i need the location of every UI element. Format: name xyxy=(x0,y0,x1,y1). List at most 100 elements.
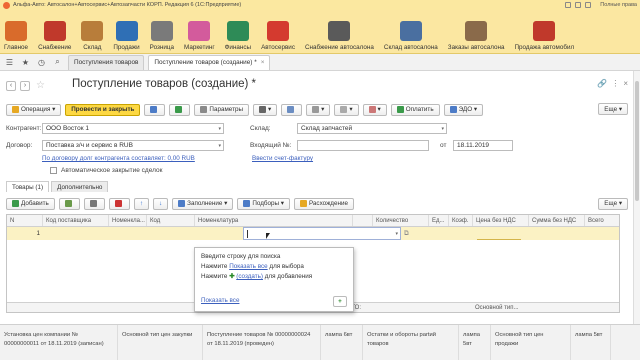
warehouse-field[interactable]: Склад запчастей ▾ xyxy=(297,123,447,134)
pay-button[interactable]: Оплатить xyxy=(390,103,440,116)
section-label: Розница xyxy=(149,44,175,51)
status-item[interactable]: лампа 5вт xyxy=(459,325,491,360)
row-cell[interactable] xyxy=(421,227,477,240)
status-item[interactable]: Установка цен компании № 00000000011 от … xyxy=(0,325,118,360)
contractor-field[interactable]: ООО Восток 1 ▾ xyxy=(42,123,224,134)
create-link[interactable]: (создать) xyxy=(236,273,263,280)
dropdown-icon[interactable]: ▾ xyxy=(218,143,221,149)
tab-additional[interactable]: Дополнительно xyxy=(51,181,109,192)
section-cash-register[interactable]: Розница xyxy=(144,10,178,54)
section-calculator[interactable]: Снабжение автосалона xyxy=(299,10,378,54)
params-button[interactable]: Параметры xyxy=(194,103,249,116)
search-icon[interactable]: ⌕ xyxy=(51,56,64,69)
auto-close-checkbox[interactable] xyxy=(50,167,57,174)
star-icon[interactable] xyxy=(585,2,592,8)
table-more-button[interactable]: Еще ▾ xyxy=(598,197,628,210)
close-icon[interactable]: × xyxy=(623,79,628,88)
select-button[interactable]: Подборы ▾ xyxy=(237,197,290,210)
operation-button[interactable]: Операция ▾ xyxy=(6,103,62,116)
tab-goods[interactable]: Товары (1) xyxy=(6,181,50,192)
section-car-sale[interactable]: Продажа автомобил xyxy=(508,10,578,54)
debt-link[interactable]: По договору долг контрагента составляет:… xyxy=(42,155,195,162)
open-link-icon[interactable]: ⧉ xyxy=(401,227,421,240)
post-and-close-button[interactable]: Провести и закрыть xyxy=(65,103,141,116)
add-button[interactable]: Добавить xyxy=(6,197,55,210)
dropdown-icon[interactable]: ▾ xyxy=(395,231,398,237)
row-cell[interactable] xyxy=(477,227,521,240)
save-icon[interactable] xyxy=(144,103,166,116)
edit-icon[interactable] xyxy=(83,197,105,210)
kebab-icon[interactable]: ⋮ xyxy=(611,79,619,88)
section-finance[interactable]: Финансы xyxy=(219,10,255,54)
incoming-number-field[interactable] xyxy=(297,140,429,151)
tab-receipt-create[interactable]: Поступление товаров (создание) * × xyxy=(148,54,271,70)
status-item[interactable]: Поступление товаров № 00000000024 от 18.… xyxy=(203,325,321,360)
form-scrollbar[interactable] xyxy=(633,71,640,324)
section-home[interactable]: Главное xyxy=(0,10,32,54)
edo-button[interactable]: ЭДО ▾ xyxy=(443,103,484,116)
history-icon[interactable]: ◷ xyxy=(35,56,48,69)
post-icon[interactable] xyxy=(169,103,191,116)
move-down-icon[interactable]: ↓ xyxy=(153,197,169,210)
status-item[interactable]: Основной тип цен продажи xyxy=(491,325,571,360)
docs-button[interactable]: ▾ xyxy=(362,103,387,116)
status-item[interactable]: Основной тип цен закупки xyxy=(118,325,203,360)
delete-icon[interactable] xyxy=(108,197,130,210)
close-tab-icon[interactable]: × xyxy=(261,59,265,66)
col-n[interactable]: N xyxy=(7,215,43,226)
col-unit[interactable]: Ед... xyxy=(429,215,449,226)
move-up-icon[interactable]: ↑ xyxy=(133,197,149,210)
menu-icon[interactable]: ☰ xyxy=(3,56,16,69)
user-name[interactable]: Полные права xyxy=(600,2,637,8)
col-nomenclature-short[interactable]: Номенкла... xyxy=(109,215,147,226)
add-new-button[interactable]: + xyxy=(333,296,347,307)
dropdown-icon[interactable]: ▾ xyxy=(441,126,444,132)
col-extra[interactable] xyxy=(353,215,373,226)
section-garage[interactable]: Склад автосалона xyxy=(378,10,442,54)
section-warehouse[interactable]: Склад xyxy=(75,10,107,54)
more-button[interactable]: Еще ▾ xyxy=(598,103,628,115)
col-total[interactable]: Всего xyxy=(585,215,619,226)
section-marketing[interactable]: Маркетинг xyxy=(178,10,219,54)
favorite-icon[interactable]: ★ xyxy=(19,56,32,69)
section-truck[interactable]: Снабжение xyxy=(32,10,75,54)
invoice-link[interactable]: Ввести счет-фактуру xyxy=(252,155,313,162)
col-sum[interactable]: Сумма без НДС xyxy=(529,215,585,226)
back-arrow-icon[interactable]: ‹ xyxy=(6,80,16,91)
scroll-thumb[interactable] xyxy=(635,81,639,201)
print-button[interactable]: ▾ xyxy=(253,103,278,116)
copy-icon[interactable] xyxy=(58,197,80,210)
forward-arrow-icon[interactable]: › xyxy=(20,80,30,91)
dropdown-icon[interactable]: ▾ xyxy=(218,126,221,132)
bell-icon[interactable] xyxy=(565,2,572,8)
create-based-button[interactable] xyxy=(281,103,303,116)
incoming-date-field[interactable]: 18.11.2019 xyxy=(453,140,513,151)
table-row[interactable]: 1 ▾ ⧉ xyxy=(7,227,619,240)
favorite-star-icon[interactable]: ☆ xyxy=(36,80,45,91)
col-code[interactable]: Код xyxy=(147,215,195,226)
report-button[interactable]: ▾ xyxy=(334,103,359,116)
section-orders[interactable]: Заказы автосалона xyxy=(442,10,509,54)
status-item[interactable]: лампа 6вт xyxy=(321,325,363,360)
col-coef[interactable]: Коэф. xyxy=(449,215,473,226)
discrepancy-button[interactable]: Расхождение xyxy=(293,197,354,210)
link-icon[interactable]: 🔗 xyxy=(597,79,607,88)
section-car-service[interactable]: Автосервис xyxy=(255,10,299,54)
status-item[interactable]: лампа 5вт xyxy=(571,325,611,360)
status-item[interactable]: Остатки и обороты partий товаров xyxy=(363,325,459,360)
col-price[interactable]: Цена без НДС xyxy=(473,215,529,226)
contract-field[interactable]: Поставка з/ч и сервис в RUB ▾ xyxy=(42,140,224,151)
col-supplier-code[interactable]: Код поставщика xyxy=(43,215,109,226)
section-sales[interactable]: Продажи xyxy=(107,10,143,54)
row-cell[interactable] xyxy=(43,227,195,240)
show-all-link-bottom[interactable]: Показать все xyxy=(201,297,239,304)
tab-receipts-list[interactable]: Поступления товаров xyxy=(68,54,145,70)
row-cell[interactable] xyxy=(195,227,243,240)
footer-price-type: Основной тип... xyxy=(475,305,519,311)
col-nomenclature[interactable]: Номенклатура xyxy=(195,215,353,226)
history-icon[interactable] xyxy=(575,2,582,8)
show-all-link[interactable]: Показать все xyxy=(229,263,267,270)
attach-button[interactable]: ▾ xyxy=(306,103,331,116)
col-quantity[interactable]: Количество xyxy=(373,215,429,226)
fill-button[interactable]: Заполнение ▾ xyxy=(172,197,234,210)
